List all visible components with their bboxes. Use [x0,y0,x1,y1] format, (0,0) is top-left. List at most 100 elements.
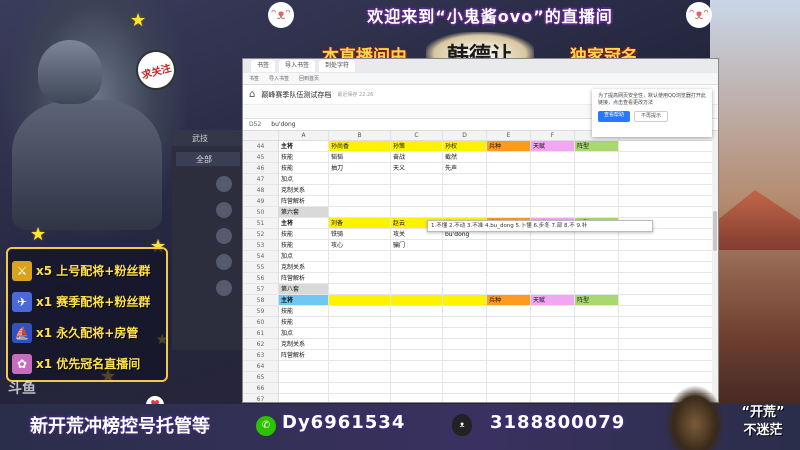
table-cell[interactable] [487,383,531,393]
table-cell[interactable] [575,372,619,382]
table-cell[interactable] [487,207,531,217]
table-cell[interactable] [487,251,531,261]
table-cell[interactable]: 铁骑 [329,229,391,239]
table-cell[interactable] [531,394,575,402]
table-cell[interactable]: 天赋 [531,295,575,305]
table-cell[interactable] [487,152,531,162]
row-number[interactable]: 50 [243,207,279,217]
table-cell[interactable]: 主将 [279,218,329,228]
row-number[interactable]: 48 [243,185,279,195]
skill-icon[interactable] [216,228,232,244]
table-cell[interactable] [329,284,391,294]
table-cell[interactable]: 技能 [279,306,329,316]
table-cell[interactable] [391,251,443,261]
row-number[interactable]: 52 [243,229,279,239]
column-header[interactable]: F [531,131,575,140]
table-cell[interactable] [487,262,531,272]
table-cell[interactable]: 孙策 [391,141,443,151]
table-cell[interactable] [575,273,619,283]
table-cell[interactable]: 技能 [279,229,329,239]
table-cell[interactable] [443,207,487,217]
row-number[interactable]: 56 [243,273,279,283]
table-cell[interactable] [531,306,575,316]
table-cell[interactable] [487,339,531,349]
table-cell[interactable]: 天义 [391,163,443,173]
table-cell[interactable] [531,262,575,272]
table-cell[interactable] [531,350,575,360]
row-number[interactable]: 55 [243,262,279,272]
table-cell[interactable] [391,383,443,393]
table-cell[interactable]: 孙尚香 [329,141,391,151]
table-cell[interactable]: 骗门 [391,240,443,250]
table-cell[interactable]: 韬韬 [329,152,391,162]
table-cell[interactable] [443,317,487,327]
table-cell[interactable]: 主将 [279,141,329,151]
table-cell[interactable] [575,262,619,272]
column-header[interactable]: B [329,131,391,140]
table-cell[interactable] [531,163,575,173]
table-cell[interactable] [329,251,391,261]
table-cell[interactable] [329,383,391,393]
row-number[interactable]: 45 [243,152,279,162]
table-cell[interactable] [487,361,531,371]
row-number[interactable]: 54 [243,251,279,261]
table-cell[interactable]: 加点 [279,328,329,338]
table-cell[interactable] [575,152,619,162]
table-cell[interactable] [531,284,575,294]
table-cell[interactable] [443,284,487,294]
table-cell[interactable] [487,174,531,184]
table-cell[interactable]: 孙权 [443,141,487,151]
bookmark-item[interactable]: 回到首页 [299,75,319,82]
table-cell[interactable]: 阵营解析 [279,350,329,360]
table-cell[interactable] [443,295,487,305]
table-cell[interactable] [531,383,575,393]
table-cell[interactable] [487,185,531,195]
table-cell[interactable] [531,328,575,338]
row-number[interactable]: 44 [243,141,279,151]
table-cell[interactable] [531,361,575,371]
table-cell[interactable] [443,328,487,338]
table-cell[interactable] [279,361,329,371]
table-cell[interactable] [391,339,443,349]
formula-input[interactable]: bu'dong [271,121,295,128]
skill-icon[interactable] [216,254,232,270]
row-number[interactable]: 57 [243,284,279,294]
table-cell[interactable] [575,328,619,338]
document-title[interactable]: 巅峰赛季队伍测试存档 [261,90,331,100]
table-cell[interactable] [391,207,443,217]
corner-cell[interactable] [243,131,279,140]
table-cell[interactable] [575,394,619,402]
row-number[interactable]: 49 [243,196,279,206]
table-cell[interactable]: 抽刀 [329,163,391,173]
table-cell[interactable] [487,273,531,283]
column-header[interactable]: E [487,131,531,140]
table-cell[interactable]: 克制关系 [279,185,329,195]
table-cell[interactable] [487,394,531,402]
table-cell[interactable]: 技能 [279,240,329,250]
row-number[interactable]: 59 [243,306,279,316]
table-cell[interactable] [329,262,391,272]
table-cell[interactable] [531,273,575,283]
table-cell[interactable] [391,328,443,338]
scroll-thumb[interactable] [713,211,717,251]
table-cell[interactable] [443,174,487,184]
table-cell[interactable] [575,306,619,316]
table-cell[interactable] [329,350,391,360]
table-cell[interactable] [487,284,531,294]
table-cell[interactable] [575,174,619,184]
table-cell[interactable] [531,174,575,184]
table-cell[interactable] [443,196,487,206]
column-header[interactable]: A [279,131,329,140]
table-cell[interactable] [487,350,531,360]
table-cell[interactable] [443,361,487,371]
vertical-scrollbar[interactable] [712,131,718,402]
table-cell[interactable] [329,185,391,195]
table-cell[interactable] [329,306,391,316]
table-cell[interactable] [329,196,391,206]
table-cell[interactable] [443,240,487,250]
table-cell[interactable] [391,284,443,294]
table-cell[interactable] [443,185,487,195]
table-cell[interactable] [443,339,487,349]
row-number[interactable]: 62 [243,339,279,349]
table-cell[interactable] [575,163,619,173]
